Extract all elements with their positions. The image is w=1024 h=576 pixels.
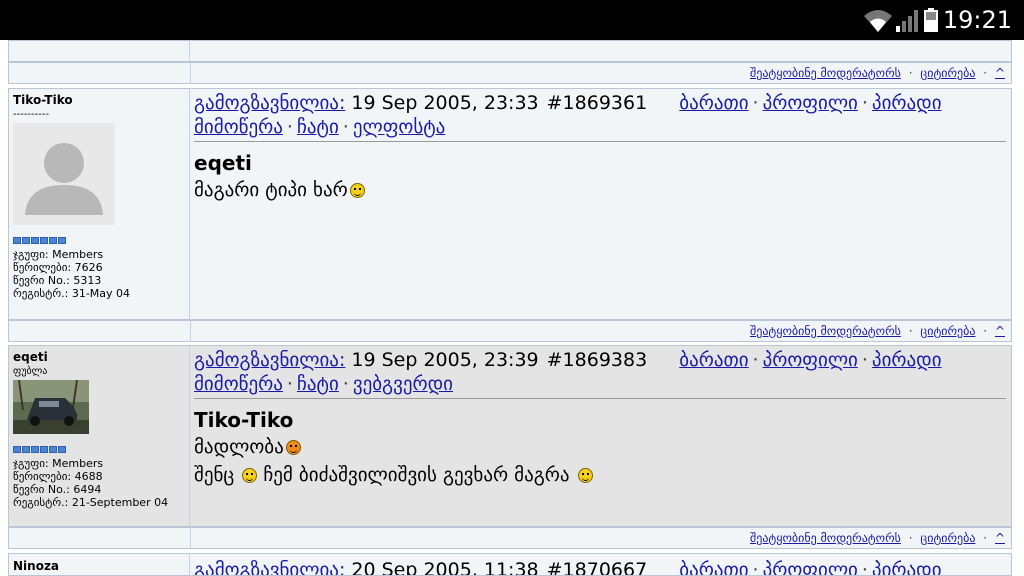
blushing-smiley-icon — [285, 440, 301, 455]
website-link[interactable]: ვებგვერდი — [353, 373, 453, 395]
post-author-panel: Ninoza — [9, 554, 190, 575]
chat-link[interactable]: ჩატი — [297, 373, 339, 395]
post-text: შენც — [194, 464, 235, 486]
report-moderator-link[interactable]: შეატყობინე მოდერატორს — [750, 66, 901, 80]
user-group: ჯგუფი: Members — [13, 457, 104, 470]
default-avatar-icon — [13, 123, 115, 225]
post-author-panel: eqeti ფუბლა ჯგუფი: Members წერილები: 468… — [9, 346, 190, 526]
user-meta: ჯგუფი: Members წერილები: 7626 წევრი No.:… — [13, 248, 130, 300]
correspondence-link[interactable]: მიმოწერა — [194, 373, 283, 395]
sent-label[interactable]: გამოგზავნილია: — [194, 349, 345, 371]
post-text: მადლობა — [194, 436, 284, 458]
post-number: #1869383 — [546, 349, 648, 371]
smiley-icon — [349, 183, 365, 198]
post: Tiko-Tiko ---------- ჯგუფი: Members წერი… — [8, 88, 1012, 320]
card-link[interactable]: ბარათი — [679, 559, 748, 575]
header-divider — [194, 398, 1006, 399]
post-author-panel: Tiko-Tiko ---------- ჯგუფი: Members წერი… — [9, 89, 190, 319]
card-link[interactable]: ბარათი — [679, 92, 748, 114]
post-header: გამოგზავნილია: 19 Sep 2005, 23:39 #1869383… — [194, 349, 942, 395]
quoted-username: eqeti — [194, 151, 252, 175]
post-text: ჩემ ბიძაშვილიშვის გევხარ მაგრა — [263, 464, 570, 486]
post-number: #1869361 — [546, 92, 648, 114]
post-number: #1870667 — [546, 559, 648, 576]
user-avatar — [13, 380, 89, 434]
card-link[interactable]: ბარათი — [679, 349, 748, 371]
post-body-line: მადლობა — [194, 436, 301, 458]
profile-link[interactable]: პროფილი — [763, 92, 858, 114]
profile-link[interactable]: პროფილი — [763, 349, 858, 371]
user-post-count: წერილები: 4688 — [13, 470, 103, 483]
private-message-link[interactable]: პირადი — [872, 349, 942, 371]
quote-link[interactable]: ციტირება — [920, 324, 975, 338]
post-header: გამოგზავნილია: 20 Sep 2005, 11:38 #1870667… — [194, 558, 1011, 576]
top-link[interactable]: ^ — [995, 66, 1005, 80]
user-meta: ჯგუფი: Members წერილები: 4688 წევრი No.:… — [13, 457, 168, 509]
wifi-icon — [864, 10, 892, 32]
report-moderator-link[interactable]: შეატყობინე მოდერატორს — [750, 324, 901, 338]
clock: 19:21 — [942, 6, 1012, 34]
post-body-line: შენც ჩემ ბიძაშვილიშვის გევხარ მაგრა — [194, 464, 593, 486]
user-title: ---------- — [13, 109, 50, 120]
profile-link[interactable]: პროფილი — [763, 559, 858, 575]
post: eqeti ფუბლა ჯგუფი: Members წერილები: 468… — [8, 345, 1012, 527]
private-message-link[interactable]: პირადი — [872, 559, 942, 575]
user-post-count: წერილები: 7626 — [13, 261, 103, 274]
private-message-link[interactable]: პირადი — [872, 92, 942, 114]
user-member-no: წევრი No.: 5313 — [13, 274, 102, 287]
user-registered: რეგისტრ.: 21-September 04 — [13, 496, 169, 509]
status-icons — [864, 8, 938, 32]
correspondence-link[interactable]: მიმოწერა — [194, 116, 283, 138]
post-footer: შეატყობინე მოდერატორს · ციტირება · ^ — [8, 62, 1012, 84]
user-group: ჯგუფი: Members — [13, 248, 104, 261]
sent-label[interactable]: გამოგზავნილია: — [194, 92, 345, 114]
post-date: 20 Sep 2005, 11:38 — [351, 559, 539, 576]
smiley-icon — [242, 468, 258, 483]
user-registered: რეგისტრ.: 31-May 04 — [13, 287, 131, 300]
status-bar: 19:21 — [0, 0, 1024, 40]
post-footer: შეატყობინე მოდერატორს · ციტირება · ^ — [8, 320, 1012, 342]
user-title: ფუბლა — [13, 366, 48, 377]
post-date: 19 Sep 2005, 23:33 — [351, 92, 539, 114]
top-link[interactable]: ^ — [995, 324, 1005, 338]
chat-link[interactable]: ჩატი — [297, 116, 339, 138]
username[interactable]: Ninoza — [13, 559, 59, 573]
header-divider — [194, 141, 1006, 142]
post-body-line: მაგარი ტიპი ხარ — [194, 179, 365, 201]
quoted-username: Tiko-Tiko — [194, 408, 294, 432]
signal-icon — [896, 10, 918, 32]
post-text: მაგარი ტიპი ხარ — [194, 179, 348, 201]
sent-label[interactable]: გამოგზავნილია: — [194, 559, 345, 575]
report-moderator-link[interactable]: შეატყობინე მოდერატორს — [750, 531, 901, 545]
user-member-no: წევრი No.: 6494 — [13, 483, 102, 496]
battery-icon — [924, 8, 938, 32]
quote-link[interactable]: ციტირება — [920, 66, 975, 80]
rating-pips — [13, 446, 66, 453]
email-link[interactable]: ელფოსტა — [353, 116, 446, 138]
username[interactable]: eqeti — [13, 350, 48, 364]
smiley-icon — [577, 468, 593, 483]
rating-pips — [13, 237, 66, 244]
previous-post-partial — [8, 40, 1012, 62]
post-header: გამოგზავნილია: 19 Sep 2005, 23:33 #1869361… — [194, 92, 942, 138]
post: Ninoza გამოგზავნილია: 20 Sep 2005, 11:38 #… — [8, 553, 1012, 576]
post-footer: შეატყობინე მოდერატორს · ციტირება · ^ — [8, 527, 1012, 549]
top-link[interactable]: ^ — [995, 531, 1005, 545]
quote-link[interactable]: ციტირება — [920, 531, 975, 545]
post-date: 19 Sep 2005, 23:39 — [351, 349, 539, 371]
username[interactable]: Tiko-Tiko — [13, 93, 73, 107]
